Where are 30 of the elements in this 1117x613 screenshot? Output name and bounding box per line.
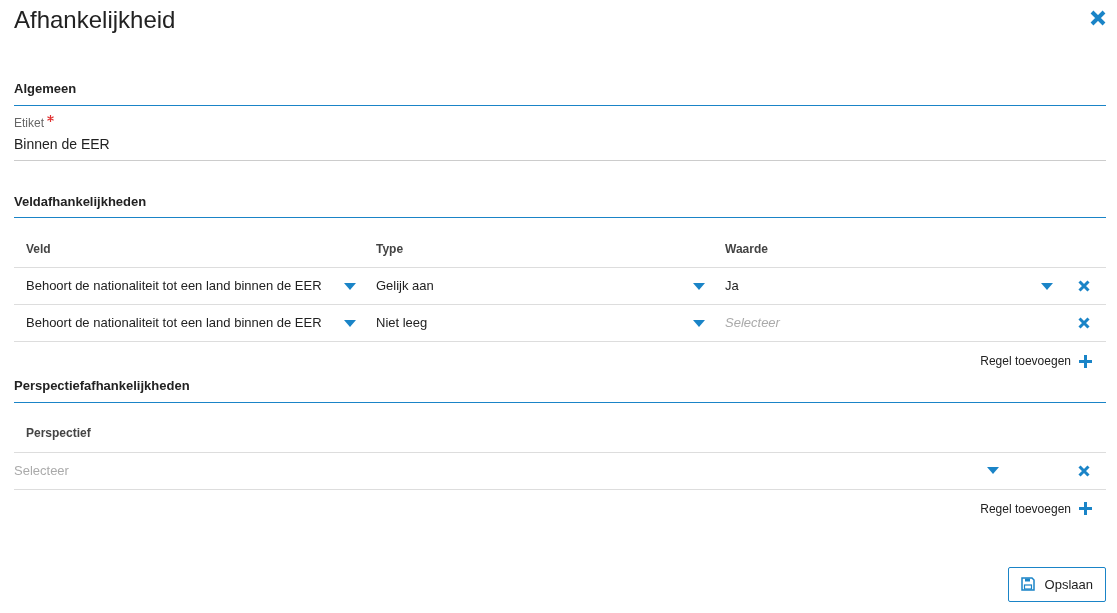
dropdown-field[interactable]: Ja	[725, 276, 1061, 296]
dropdown-caret-icon[interactable]	[344, 282, 356, 290]
dropdown-field[interactable]: Behoort de nationaliteit tot een land binnen de EER	[26, 276, 364, 296]
add-row-button[interactable]: Regel toevoegen	[980, 352, 1092, 370]
remove-row-button[interactable]	[1077, 317, 1090, 329]
section-heading: Veldafhankelijkheden	[14, 191, 1106, 218]
label-field[interactable]: Binnen de EER	[14, 131, 1106, 161]
dropdown-field[interactable]: Gelijk aan	[376, 276, 713, 296]
section-heading: Algemeen	[14, 79, 1106, 106]
remove-row-button[interactable]	[1077, 280, 1090, 292]
plus-icon	[1079, 502, 1092, 515]
dropdown-caret-icon[interactable]	[1041, 282, 1053, 290]
save-button[interactable]: Opslaan	[1007, 566, 1106, 602]
dropdown-field[interactable]: Niet leeg	[376, 313, 713, 333]
dropdown-caret-icon[interactable]	[344, 319, 356, 327]
dropdown-field[interactable]: Behoort de nationaliteit tot een land binnen de EER	[26, 313, 364, 333]
column-header: Perspectief	[26, 425, 91, 442]
column-header: Type	[376, 240, 404, 258]
field-label: Etiket	[14, 113, 1106, 132]
section-heading: Perspectiefafhankelijkheden	[14, 376, 1106, 403]
dialog-title: Afhankelijkheid	[14, 6, 176, 34]
close-button[interactable]	[1090, 10, 1106, 26]
dropdown-caret-icon[interactable]	[987, 467, 999, 474]
dropdown-caret-icon[interactable]	[693, 282, 705, 290]
column-header: Veld	[26, 240, 51, 258]
add-row-button[interactable]: Regel toevoegen	[980, 499, 1092, 518]
remove-row-button[interactable]	[1077, 464, 1090, 477]
plus-icon	[1079, 354, 1092, 368]
dropdown-caret-icon[interactable]	[693, 319, 705, 327]
column-header: Waarde	[725, 240, 768, 258]
